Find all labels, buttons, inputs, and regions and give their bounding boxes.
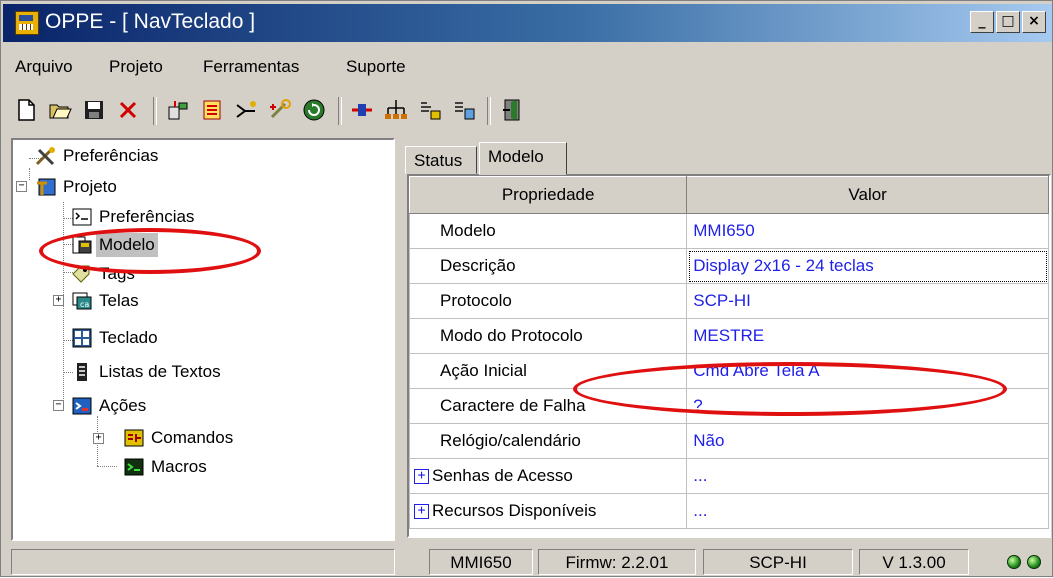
column-header-valor[interactable]: Valor xyxy=(686,176,1049,214)
expand-plus-icon[interactable]: + xyxy=(414,469,429,485)
property-value[interactable]: Não xyxy=(686,423,1049,459)
refresh-icon[interactable] xyxy=(301,97,327,123)
delete-icon[interactable] xyxy=(115,97,141,123)
table-header: Propriedade Valor xyxy=(408,176,1049,214)
preferences-tools-icon xyxy=(35,147,55,166)
property-group-senhas[interactable]: + Senhas de Acesso xyxy=(408,458,688,494)
keyboard-icon[interactable] xyxy=(417,97,443,123)
actions-icon xyxy=(72,397,92,415)
project-icon xyxy=(37,178,56,196)
expand-plus-icon[interactable]: + xyxy=(414,504,429,520)
open-icon[interactable] xyxy=(47,97,73,123)
menu-projeto[interactable]: Projeto xyxy=(109,57,163,77)
property-value[interactable]: ... xyxy=(686,493,1049,529)
property-table: Propriedade Valor Modelo MMI650 Descriçã… xyxy=(408,176,1049,529)
status-protocol: SCP-HI xyxy=(703,549,853,575)
debug-icon[interactable] xyxy=(233,97,259,123)
property-value[interactable]: MESTRE xyxy=(686,318,1049,354)
tree-line xyxy=(29,168,30,180)
table-row[interactable]: Descrição Display 2x16 - 24 teclas xyxy=(408,248,1049,284)
properties-panel: Status Modelo Propriedade Valor Modelo M… xyxy=(401,138,1051,541)
close-button[interactable]: × xyxy=(1022,11,1046,33)
property-name: Modo do Protocolo xyxy=(408,318,688,354)
property-name: Protocolo xyxy=(408,283,688,319)
config-icon[interactable] xyxy=(267,97,293,123)
menu-ferramentas[interactable]: Ferramentas xyxy=(203,57,299,77)
connect-icon[interactable] xyxy=(349,97,375,123)
toolbar-separator xyxy=(487,97,491,125)
property-group-recursos[interactable]: + Recursos Disponíveis xyxy=(408,493,688,529)
status-bar: MMI650 Firmw: 2.2.01 SCP-HI V 1.3.00 xyxy=(1,547,1053,578)
collapse-toggle[interactable]: − xyxy=(16,181,27,192)
app-window: OPPE - [ NavTeclado ] _ □ × Arquivo Proj… xyxy=(0,0,1053,577)
status-panel-empty xyxy=(11,549,395,575)
property-name: Modelo xyxy=(408,213,688,249)
table-row[interactable]: Protocolo SCP-HI xyxy=(408,283,1049,319)
property-name: Relógio/calendário xyxy=(408,423,688,459)
title-bar[interactable]: OPPE - [ NavTeclado ] _ □ × xyxy=(3,4,1052,42)
svg-text:ca: ca xyxy=(80,300,89,309)
app-icon[interactable] xyxy=(15,11,39,35)
macros-icon xyxy=(124,458,144,476)
exit-icon[interactable] xyxy=(499,97,525,123)
new-icon[interactable] xyxy=(13,97,39,123)
table-row[interactable]: Ação Inicial Cmd Abre Tela A xyxy=(408,353,1049,389)
table-row[interactable]: + Recursos Disponíveis ... xyxy=(408,493,1049,529)
status-firmware: Firmw: 2.2.01 xyxy=(538,549,696,575)
property-name: Senhas de Acesso xyxy=(432,466,573,485)
project-tree[interactable]: Preferências − Projeto Preferências Mode… xyxy=(11,138,395,541)
property-name: Recursos Disponíveis xyxy=(432,501,597,520)
tab-status[interactable]: Status xyxy=(405,146,477,174)
property-value[interactable]: MMI650 xyxy=(686,213,1049,249)
property-value-selected[interactable]: Display 2x16 - 24 teclas xyxy=(686,248,1049,284)
property-name: Descrição xyxy=(408,248,688,284)
screens-icon[interactable] xyxy=(451,97,477,123)
property-name: Ação Inicial xyxy=(408,353,688,389)
collapse-toggle[interactable]: − xyxy=(53,400,64,411)
toolbar xyxy=(3,91,1052,131)
property-grid: Propriedade Valor Modelo MMI650 Descriçã… xyxy=(407,174,1051,538)
table-row[interactable]: Modelo MMI650 xyxy=(408,213,1049,249)
property-value[interactable]: SCP-HI xyxy=(686,283,1049,319)
table-row[interactable]: Caractere de Falha ? xyxy=(408,388,1049,424)
expand-toggle[interactable]: + xyxy=(53,295,64,306)
screens-icon: ca xyxy=(72,292,92,310)
menu-suporte[interactable]: Suporte xyxy=(346,57,406,77)
property-value[interactable]: ? xyxy=(686,388,1049,424)
minimize-button[interactable]: _ xyxy=(970,11,994,33)
restore-button[interactable]: □ xyxy=(996,11,1020,33)
commands-icon xyxy=(124,429,144,447)
text-list-icon xyxy=(77,363,87,381)
toolbar-separator xyxy=(153,97,157,125)
status-led-icon xyxy=(1027,555,1041,569)
save-icon[interactable] xyxy=(81,97,107,123)
expand-toggle[interactable]: + xyxy=(93,433,104,444)
table-row[interactable]: Modo do Protocolo MESTRE xyxy=(408,318,1049,354)
toolbar-separator xyxy=(338,97,342,125)
property-value[interactable]: Cmd Abre Tela A xyxy=(686,353,1049,389)
compile-icon[interactable] xyxy=(165,97,191,123)
column-header-propriedade[interactable]: Propriedade xyxy=(408,176,688,214)
property-value[interactable]: ... xyxy=(686,458,1049,494)
status-led-icon xyxy=(1007,555,1021,569)
model-icon xyxy=(72,236,92,254)
project-preferences-icon xyxy=(72,208,92,226)
tab-modelo[interactable]: Modelo xyxy=(479,142,567,175)
menu-arquivo[interactable]: Arquivo xyxy=(15,57,73,77)
window-controls: _ □ × xyxy=(970,11,1046,33)
download-icon[interactable] xyxy=(199,97,225,123)
tags-icon xyxy=(72,265,90,283)
table-row[interactable]: + Senhas de Acesso ... xyxy=(408,458,1049,494)
tree-line xyxy=(97,466,117,467)
window-title: OPPE - [ NavTeclado ] xyxy=(45,10,256,33)
property-name: Caractere de Falha xyxy=(408,388,688,424)
table-row[interactable]: Relógio/calendário Não xyxy=(408,423,1049,459)
keyboard-icon xyxy=(72,328,92,348)
status-version: V 1.3.00 xyxy=(859,549,969,575)
network-icon[interactable] xyxy=(383,97,409,123)
menu-bar: Arquivo Projeto Ferramentas Suporte xyxy=(3,51,1052,85)
status-model: MMI650 xyxy=(429,549,533,575)
